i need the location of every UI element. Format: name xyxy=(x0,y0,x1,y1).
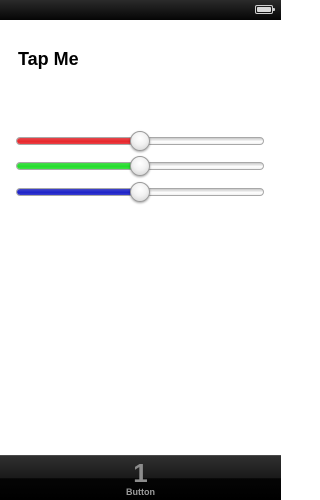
tab-bar: 1 Button xyxy=(0,455,281,500)
red-slider-fill xyxy=(17,138,140,144)
blue-slider[interactable] xyxy=(16,182,264,202)
red-slider-thumb[interactable] xyxy=(130,131,150,151)
green-slider-fill xyxy=(17,163,140,169)
green-slider-thumb[interactable] xyxy=(130,156,150,176)
tap-me-title[interactable]: Tap Me xyxy=(18,48,79,70)
blue-slider-fill xyxy=(17,189,140,195)
tab-button[interactable]: 1 Button xyxy=(111,459,171,499)
blue-slider-thumb[interactable] xyxy=(130,182,150,202)
red-slider[interactable] xyxy=(16,131,264,151)
status-bar xyxy=(0,0,281,20)
battery-fill xyxy=(257,7,271,12)
green-slider[interactable] xyxy=(16,156,264,176)
battery-icon xyxy=(255,5,275,14)
tab-button-label: Button xyxy=(126,487,155,497)
tab-button-number-icon: 1 xyxy=(133,458,148,488)
